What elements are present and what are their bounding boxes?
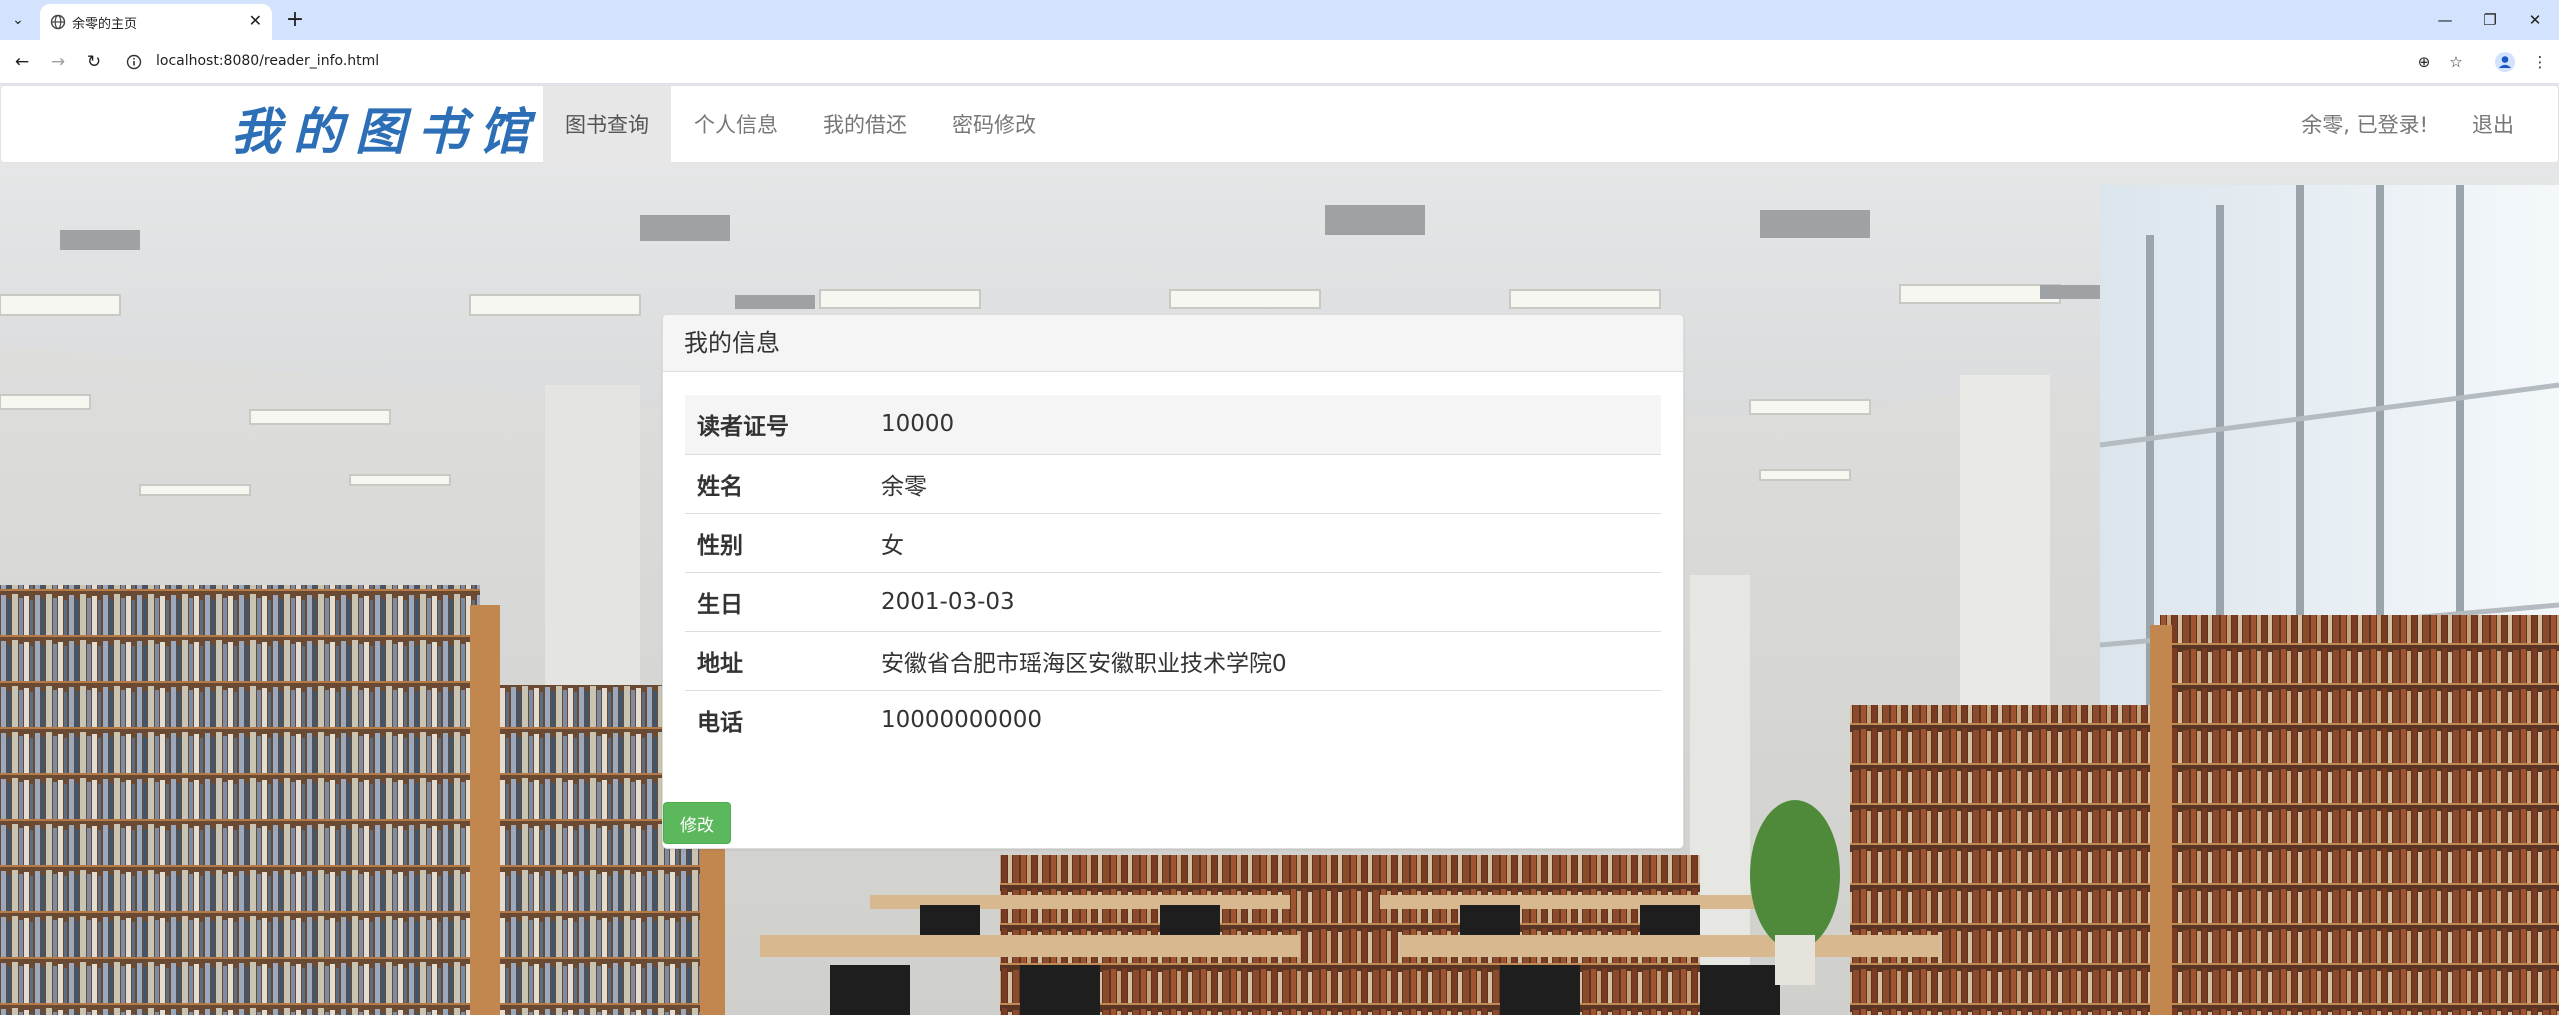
minimize-icon[interactable]: — <box>2430 8 2460 32</box>
table-row: 生日 2001-03-03 <box>685 572 1661 631</box>
tab-close-icon[interactable]: ✕ <box>249 11 262 30</box>
table-row: 性别 女 <box>685 513 1661 572</box>
field-label: 姓名 <box>697 473 743 500</box>
field-value: 女 <box>881 532 904 559</box>
new-tab-plus-icon[interactable]: + <box>282 6 308 32</box>
bookmark-star-icon[interactable]: ☆ <box>2444 50 2468 74</box>
site-logo-title[interactable]: 我的图书馆 <box>231 92 541 164</box>
edit-info-button[interactable]: 修改 <box>663 802 731 844</box>
field-value: 10000 <box>881 411 955 438</box>
field-value: 2001-03-03 <box>881 588 1015 615</box>
field-value: 安徽省合肥市瑶海区安徽职业技术学院0 <box>881 650 1287 677</box>
table-row: 地址 安徽省合肥市瑶海区安徽职业技术学院0 <box>685 631 1661 690</box>
table-row: 姓名 余零 <box>685 454 1661 513</box>
field-label: 读者证号 <box>697 414 789 441</box>
restore-icon[interactable]: ❐ <box>2475 8 2505 32</box>
nav-item-change-password[interactable]: 密码修改 <box>930 86 1058 164</box>
forward-arrow-icon[interactable]: → <box>46 50 70 74</box>
field-label: 电话 <box>697 709 743 736</box>
panel-title: 我的信息 <box>663 315 1683 372</box>
site-info-icon[interactable] <box>126 54 142 70</box>
address-bar[interactable]: localhost:8080/reader_info.html <box>122 46 2422 78</box>
browser-tab[interactable]: 余零的主页 ✕ <box>40 4 272 40</box>
nav-item-my-borrowing[interactable]: 我的借还 <box>801 86 929 164</box>
browser-toolbar: ← → ↻ localhost:8080/reader_info.html ⊕ … <box>0 40 2559 84</box>
logout-link[interactable]: 退出 <box>2472 86 2514 164</box>
field-value: 10000000000 <box>881 706 1042 733</box>
field-value: 余零 <box>881 473 927 500</box>
back-arrow-icon[interactable]: ← <box>10 50 34 74</box>
zoom-icon[interactable]: ⊕ <box>2412 50 2436 74</box>
nav-item-personal-info[interactable]: 个人信息 <box>672 86 800 164</box>
field-label: 性别 <box>697 532 743 559</box>
field-label: 生日 <box>697 591 743 618</box>
close-window-icon[interactable]: ✕ <box>2520 8 2550 32</box>
profile-avatar-icon[interactable] <box>2493 50 2517 74</box>
field-label: 地址 <box>697 650 743 677</box>
table-row: 电话 10000000000 <box>685 690 1661 749</box>
page-viewport: 我的图书馆 图书查询 个人信息 我的借还 密码修改 余零, 已登录! 退出 我的… <box>0 85 2559 1015</box>
tab-title: 余零的主页 <box>72 17 138 32</box>
reader-info-panel: 我的信息 读者证号 10000 姓名 余零 性别 女 生日 2001-03-03… <box>662 314 1684 849</box>
reader-info-table: 读者证号 10000 姓名 余零 性别 女 生日 2001-03-03 地址 安… <box>685 395 1661 749</box>
url-text[interactable]: localhost:8080/reader_info.html <box>156 53 379 69</box>
browser-tab-strip: ⌄ 余零的主页 ✕ + — ❐ ✕ <box>0 0 2559 40</box>
table-row: 读者证号 10000 <box>685 395 1661 454</box>
browser-menu-icon[interactable]: ⋮ <box>2528 50 2552 74</box>
globe-icon <box>50 14 66 30</box>
login-status: 余零, 已登录! <box>2301 113 2428 137</box>
nav-item-book-search[interactable]: 图书查询 <box>543 86 671 164</box>
site-navbar: 我的图书馆 图书查询 个人信息 我的借还 密码修改 余零, 已登录! 退出 <box>0 85 2559 164</box>
tab-search-chevron-icon[interactable]: ⌄ <box>6 8 30 32</box>
reload-icon[interactable]: ↻ <box>82 50 106 74</box>
